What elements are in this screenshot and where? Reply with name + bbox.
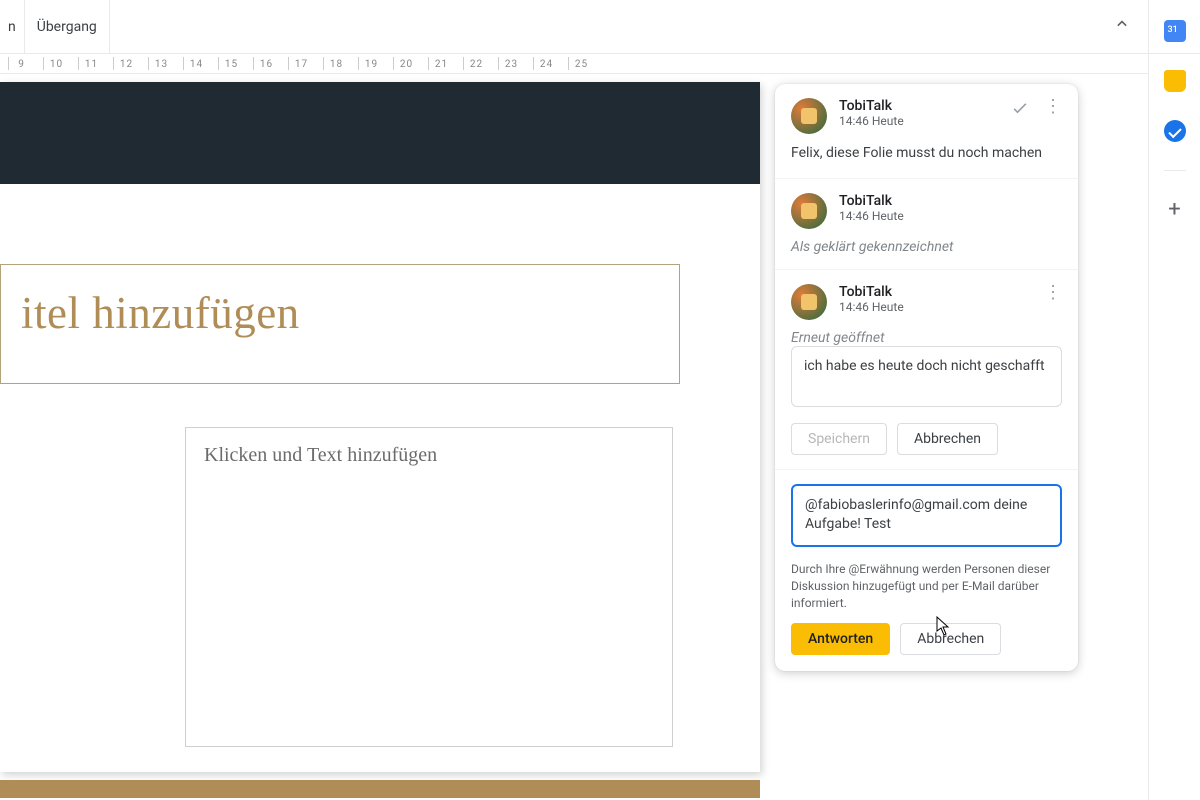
slide-footer-band xyxy=(0,780,760,798)
avatar xyxy=(791,193,827,229)
cancel-button[interactable]: Abbrechen xyxy=(897,423,998,455)
avatar xyxy=(791,98,827,134)
comment-text: Felix, diese Folie musst du noch machen xyxy=(791,144,1062,164)
save-button[interactable]: Speichern xyxy=(791,423,887,455)
slide-body-placeholder[interactable]: Klicken und Text hinzufügen xyxy=(185,427,673,747)
comment-time: 14:46 Heute xyxy=(839,114,904,128)
more-icon[interactable]: ⋮ xyxy=(1044,98,1062,122)
horizontal-ruler: 91011 121314 151617 181920 212223 2425 xyxy=(0,54,1148,74)
avatar xyxy=(791,284,827,320)
cancel-reply-button[interactable]: Abbrechen xyxy=(900,623,1001,655)
reply-button[interactable]: Antworten xyxy=(791,623,890,655)
comment-time: 14:46 Heute xyxy=(839,300,904,314)
toolbar: n Übergang xyxy=(0,0,1200,54)
tasks-icon[interactable] xyxy=(1164,120,1186,142)
comment-status: Als geklärt gekennzeichnet xyxy=(791,239,1062,255)
slide-header-band xyxy=(0,82,760,184)
add-addon-button[interactable]: + xyxy=(1168,199,1180,221)
comment-author: TobiTalk xyxy=(839,284,904,300)
toolbar-tab-truncated[interactable]: n xyxy=(0,19,24,35)
comment-time: 14:46 Heute xyxy=(839,209,904,223)
comment-edit-input[interactable] xyxy=(791,346,1062,407)
collapse-toolbar-button[interactable] xyxy=(1112,14,1132,38)
more-icon[interactable]: ⋮ xyxy=(1044,284,1062,302)
slide-title-placeholder[interactable]: itel hinzufügen xyxy=(0,264,680,384)
reply-input[interactable] xyxy=(791,484,1062,547)
divider xyxy=(775,269,1078,270)
comment-author: TobiTalk xyxy=(839,98,904,114)
keep-icon[interactable] xyxy=(1164,70,1186,92)
mention-hint: Durch Ihre @Erwähnung werden Personen di… xyxy=(791,561,1062,611)
comment-status: Erneut geöffnet xyxy=(791,330,1062,346)
side-panel-rail: + xyxy=(1148,0,1200,800)
slide[interactable]: itel hinzufügen Klicken und Text hinzufü… xyxy=(0,82,760,772)
comment-thread: TobiTalk 14:46 Heute ⋮ Felix, diese Foli… xyxy=(775,84,1078,671)
divider xyxy=(775,178,1078,179)
divider xyxy=(775,469,1078,470)
toolbar-tab-transition[interactable]: Übergang xyxy=(24,0,110,53)
comment-author: TobiTalk xyxy=(839,193,904,209)
divider xyxy=(1164,170,1186,171)
calendar-icon[interactable] xyxy=(1164,20,1186,42)
resolve-icon[interactable] xyxy=(1010,98,1030,122)
